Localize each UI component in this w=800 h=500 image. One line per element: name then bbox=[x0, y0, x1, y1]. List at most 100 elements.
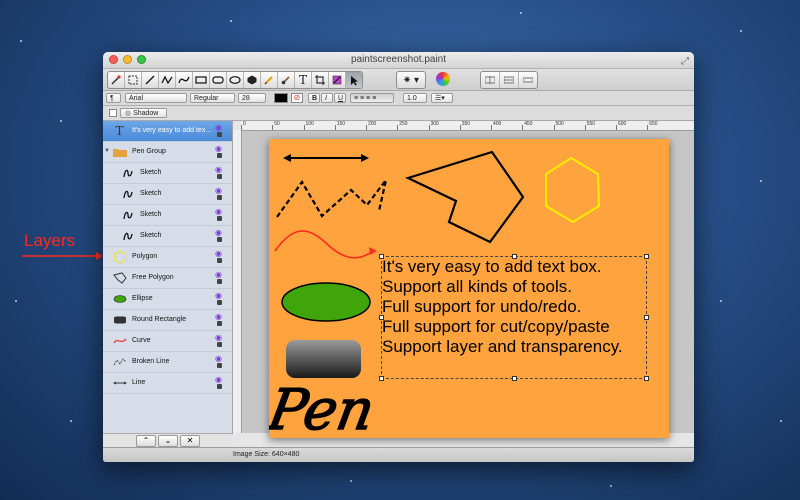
rounded-rectangle-tool-icon[interactable] bbox=[210, 72, 227, 88]
layer-row[interactable]: Curve ◉ bbox=[103, 331, 232, 352]
lock-icon[interactable] bbox=[217, 195, 222, 200]
resize-handle[interactable] bbox=[379, 376, 384, 381]
zoom-tool-icon[interactable] bbox=[329, 72, 346, 88]
resize-handle[interactable] bbox=[644, 315, 649, 320]
visibility-eye-icon[interactable]: ◉ bbox=[215, 123, 222, 132]
layer-row[interactable]: Round Rectangle ◉ bbox=[103, 310, 232, 331]
delete-layer-button[interactable]: ✕ bbox=[180, 435, 200, 447]
lock-icon[interactable] bbox=[217, 384, 222, 389]
resize-handle[interactable] bbox=[379, 254, 384, 259]
lock-icon[interactable] bbox=[217, 321, 222, 326]
text-tool-icon[interactable]: T bbox=[295, 72, 312, 88]
resize-handle[interactable] bbox=[512, 254, 517, 259]
fullscreen-icon[interactable]: ⤢ bbox=[681, 54, 689, 70]
broken-line-tool-icon[interactable] bbox=[159, 72, 176, 88]
resize-handle[interactable] bbox=[644, 254, 649, 259]
lock-icon[interactable] bbox=[217, 363, 222, 368]
action-menu[interactable]: ✷ ▾ bbox=[396, 71, 426, 89]
layer-row[interactable]: Sketch ◉ bbox=[103, 205, 232, 226]
stroke-color-well[interactable] bbox=[274, 93, 288, 103]
shadow-button[interactable]: ◍ Shadow bbox=[120, 108, 167, 118]
gear-icon[interactable]: ✷ ▾ bbox=[397, 72, 425, 88]
document-canvas[interactable]: Pen It's very easy to add text box. Suppo… bbox=[269, 139, 669, 438]
lock-icon[interactable] bbox=[217, 258, 222, 263]
ellipse-shape[interactable] bbox=[281, 282, 371, 322]
text-align-dropdown[interactable]: ¶ bbox=[106, 93, 121, 103]
zoom-button[interactable] bbox=[137, 55, 146, 64]
lock-icon[interactable] bbox=[217, 174, 222, 179]
crop-tool-icon[interactable] bbox=[312, 72, 329, 88]
visibility-eye-icon[interactable]: ◉ bbox=[215, 228, 222, 237]
text-box[interactable]: It's very easy to add text box. Support a… bbox=[379, 254, 649, 381]
pen-sketch[interactable]: Pen bbox=[269, 378, 380, 438]
visibility-eye-icon[interactable]: ◉ bbox=[215, 207, 222, 216]
layer-row[interactable]: Line ◉ bbox=[103, 373, 232, 394]
disclosure-triangle-icon[interactable]: ▼ bbox=[104, 148, 110, 154]
lock-icon[interactable] bbox=[217, 132, 222, 137]
text-alignment-segment[interactable]: ≡ ≡ ≡ ≡ bbox=[350, 93, 394, 103]
lock-icon[interactable] bbox=[217, 216, 222, 221]
font-style-select[interactable]: Regular bbox=[190, 93, 235, 103]
pointer-tool-icon[interactable] bbox=[346, 72, 362, 88]
visibility-eye-icon[interactable]: ◉ bbox=[215, 375, 222, 384]
brush-tool-icon[interactable] bbox=[278, 72, 295, 88]
bold-button[interactable]: B bbox=[308, 93, 320, 103]
shadow-checkbox[interactable] bbox=[109, 109, 117, 117]
selection-icon[interactable] bbox=[125, 72, 142, 88]
visibility-eye-icon[interactable]: ◉ bbox=[215, 291, 222, 300]
layer-row[interactable]: Sketch ◉ bbox=[103, 226, 232, 247]
lock-icon[interactable] bbox=[217, 279, 222, 284]
polygon-tool-icon[interactable] bbox=[244, 72, 261, 88]
align-right-icon[interactable] bbox=[519, 72, 537, 88]
lock-icon[interactable] bbox=[217, 237, 222, 242]
visibility-eye-icon[interactable]: ◉ bbox=[215, 312, 222, 321]
pencil-tool-icon[interactable] bbox=[261, 72, 278, 88]
underline-button[interactable]: U bbox=[334, 93, 346, 103]
layer-row[interactable]: Sketch ◉ bbox=[103, 184, 232, 205]
list-style-select[interactable]: ☰▾ bbox=[431, 93, 453, 103]
visibility-eye-icon[interactable]: ◉ bbox=[215, 249, 222, 258]
round-rectangle-shape[interactable] bbox=[286, 340, 361, 378]
close-button[interactable] bbox=[109, 55, 118, 64]
visibility-eye-icon[interactable]: ◉ bbox=[215, 354, 222, 363]
line-shape[interactable] bbox=[283, 154, 369, 162]
line-tool-icon[interactable] bbox=[142, 72, 159, 88]
align-left-icon[interactable] bbox=[481, 72, 500, 88]
resize-handle[interactable] bbox=[512, 376, 517, 381]
visibility-eye-icon[interactable]: ◉ bbox=[215, 333, 222, 342]
polygon-shape[interactable] bbox=[545, 156, 601, 224]
visibility-eye-icon[interactable]: ◉ bbox=[215, 144, 222, 153]
layer-row[interactable]: T It's very easy to add tex... ◉ bbox=[103, 121, 232, 142]
color-palette-icon[interactable] bbox=[436, 72, 450, 86]
visibility-eye-icon[interactable]: ◉ bbox=[215, 186, 222, 195]
lock-icon[interactable] bbox=[217, 300, 222, 305]
visibility-eye-icon[interactable]: ◉ bbox=[215, 270, 222, 279]
curve-shape[interactable] bbox=[274, 230, 377, 259]
layer-row[interactable]: Ellipse ◉ bbox=[103, 289, 232, 310]
visibility-eye-icon[interactable]: ◉ bbox=[215, 165, 222, 174]
lock-icon[interactable] bbox=[217, 342, 222, 347]
eyedropper-icon[interactable] bbox=[108, 72, 125, 88]
curve-tool-icon[interactable] bbox=[176, 72, 193, 88]
broken-line-shape[interactable] bbox=[276, 179, 388, 218]
lock-icon[interactable] bbox=[217, 153, 222, 158]
layer-row[interactable]: Broken Line ◉ bbox=[103, 352, 232, 373]
font-family-select[interactable]: Arial bbox=[125, 93, 187, 103]
ellipse-tool-icon[interactable] bbox=[227, 72, 244, 88]
layer-row[interactable]: ▼ Pen Group ◉ bbox=[103, 142, 232, 163]
free-polygon-shape[interactable] bbox=[404, 150, 525, 244]
resize-handle[interactable] bbox=[644, 376, 649, 381]
text-box-content[interactable]: It's very easy to add text box. Support a… bbox=[382, 257, 646, 357]
line-spacing-select[interactable]: 1.0 bbox=[403, 93, 427, 103]
fill-color-well[interactable]: ⊘ bbox=[291, 93, 303, 103]
canvas-area[interactable]: Pen It's very easy to add text box. Suppo… bbox=[242, 131, 694, 438]
layer-row[interactable]: Free Polygon ◉ bbox=[103, 268, 232, 289]
italic-button[interactable]: I bbox=[321, 93, 333, 103]
move-layer-down-button[interactable]: ⌄ bbox=[158, 435, 178, 447]
font-size-field[interactable]: 28 bbox=[238, 93, 266, 103]
align-center-icon[interactable] bbox=[500, 72, 519, 88]
layer-row[interactable]: Sketch ◉ bbox=[103, 163, 232, 184]
rectangle-tool-icon[interactable] bbox=[193, 72, 210, 88]
move-layer-up-button[interactable]: ⌃ bbox=[136, 435, 156, 447]
resize-handle[interactable] bbox=[379, 315, 384, 320]
